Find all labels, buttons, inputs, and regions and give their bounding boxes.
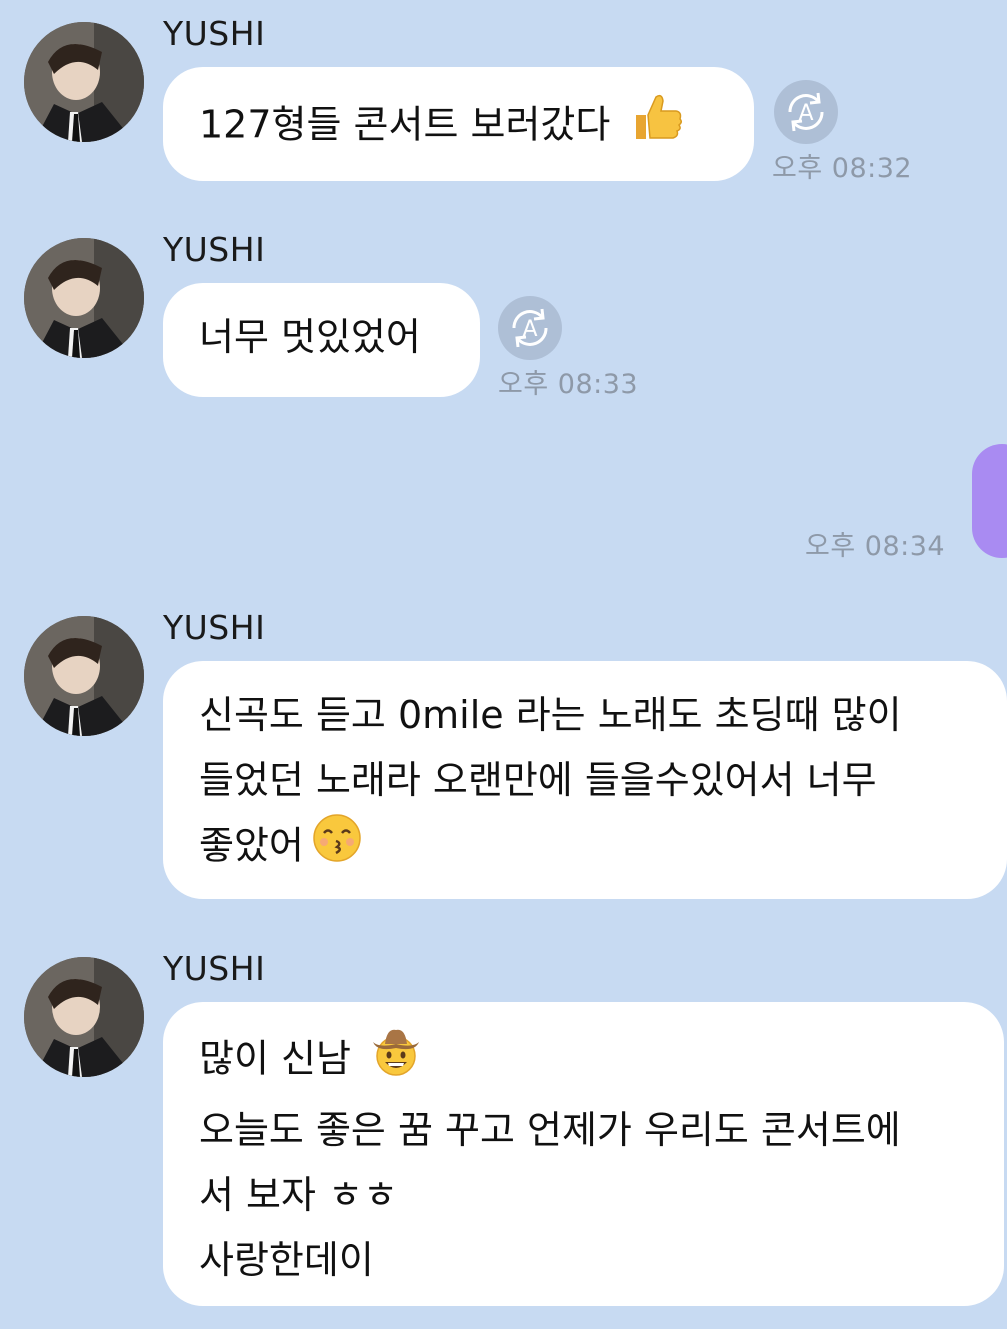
message-bubble[interactable]: 신곡도 듣고 0mile 라는 노래도 초딩때 많이 들었던 노래라 오랜만에 … [163, 661, 1007, 899]
message-text-line: 많이 신남 [199, 1024, 968, 1098]
message-text-line: 신곡도 듣고 0mile 라는 노래도 초딩때 많이 [199, 693, 902, 737]
message-text-line: 서 보자 ㅎㅎ [199, 1173, 398, 1217]
thumbs-up-icon [630, 89, 686, 165]
kissing-face-icon [312, 813, 362, 883]
message-bubble[interactable]: 127형들 콘서트 보러갔다 [163, 67, 754, 181]
message-text: 많이 신남 [199, 1036, 351, 1081]
sender-name: YUSHI [163, 14, 266, 53]
message-text: 좋았어 [199, 823, 304, 868]
avatar-photo [24, 616, 144, 736]
avatar-photo [24, 957, 144, 1077]
svg-text:A: A [798, 101, 813, 126]
timestamp: 오후 08:34 [805, 531, 946, 562]
timestamp: 오후 08:32 [772, 153, 913, 184]
sender-name: YUSHI [163, 949, 266, 988]
avatar[interactable] [24, 616, 144, 736]
message-text-line: 오늘도 좋은 꿈 꾸고 언제가 우리도 콘서트에 [199, 1108, 901, 1152]
message-bubble[interactable]: 너무 멋있었어 [163, 283, 480, 397]
translate-button[interactable]: A [498, 296, 562, 360]
avatar-photo [24, 238, 144, 358]
message-bubble[interactable]: 많이 신남 오늘도 좋은 꿈 꾸고 언제가 우리도 콘서트에 서 보자 ㅎㅎ 사… [163, 1002, 1004, 1306]
message-text-line: 사랑한데이 [199, 1238, 374, 1282]
translate-button[interactable]: A [774, 80, 838, 144]
avatar[interactable] [24, 957, 144, 1077]
svg-text:A: A [522, 317, 537, 342]
message-text: 너무 멋있었어 [199, 315, 421, 359]
message-text-line: 좋았어 [199, 813, 971, 883]
translate-icon: A [512, 308, 548, 348]
message-text: 127형들 콘서트 보러갔다 [199, 102, 611, 147]
outgoing-message-bubble[interactable] [972, 444, 1007, 558]
sender-name: YUSHI [163, 230, 266, 269]
cowboy-face-icon [369, 1024, 423, 1098]
timestamp: 오후 08:33 [498, 369, 639, 400]
translate-icon: A [788, 92, 824, 132]
message-text-line: 들었던 노래라 오랜만에 들을수있어서 너무 [199, 758, 877, 802]
avatar-photo [24, 22, 144, 142]
sender-name: YUSHI [163, 608, 266, 647]
avatar[interactable] [24, 22, 144, 142]
avatar[interactable] [24, 238, 144, 358]
